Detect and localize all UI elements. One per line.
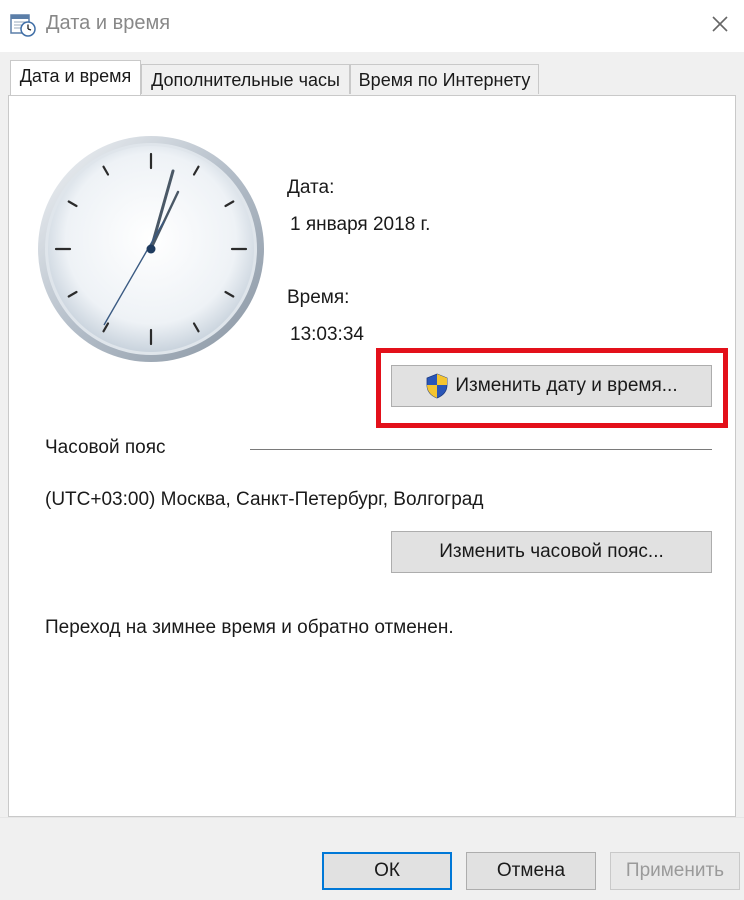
tab-additional-clocks[interactable]: Дополнительные часы [141, 64, 350, 94]
tab-internet-time[interactable]: Время по Интернету [350, 64, 539, 94]
date-time-dialog: Дата и время Дата и время Дополнительные… [0, 0, 744, 900]
close-icon[interactable] [702, 6, 738, 42]
timezone-heading: Часовой пояс [45, 437, 166, 458]
date-value: 1 января 2018 г. [290, 214, 431, 235]
time-label: Время: [287, 287, 350, 308]
tab-strip: Дата и время Дополнительные часы Время п… [0, 52, 744, 96]
uac-shield-icon [425, 373, 449, 399]
footer-separator [0, 817, 744, 818]
change-date-time-button-label: Изменить дату и время... [455, 375, 678, 396]
cancel-button[interactable]: Отмена [466, 852, 596, 890]
time-value: 13:03:34 [290, 324, 364, 345]
dst-notice: Переход на зимнее время и обратно отмене… [45, 617, 454, 638]
title-bar: Дата и время [0, 0, 744, 52]
window-title: Дата и время [46, 12, 171, 34]
analog-clock [36, 134, 266, 364]
apply-button[interactable]: Применить [610, 852, 740, 890]
tab-date-time[interactable]: Дата и время [10, 60, 141, 96]
calendar-clock-icon [10, 12, 36, 38]
date-label: Дата: [287, 177, 335, 198]
section-divider [250, 449, 712, 450]
change-timezone-button[interactable]: Изменить часовой пояс... [391, 531, 712, 573]
timezone-value: (UTC+03:00) Москва, Санкт-Петербург, Вол… [45, 489, 484, 510]
ok-button[interactable]: ОК [322, 852, 452, 890]
change-date-time-button[interactable]: Изменить дату и время... [391, 365, 712, 407]
